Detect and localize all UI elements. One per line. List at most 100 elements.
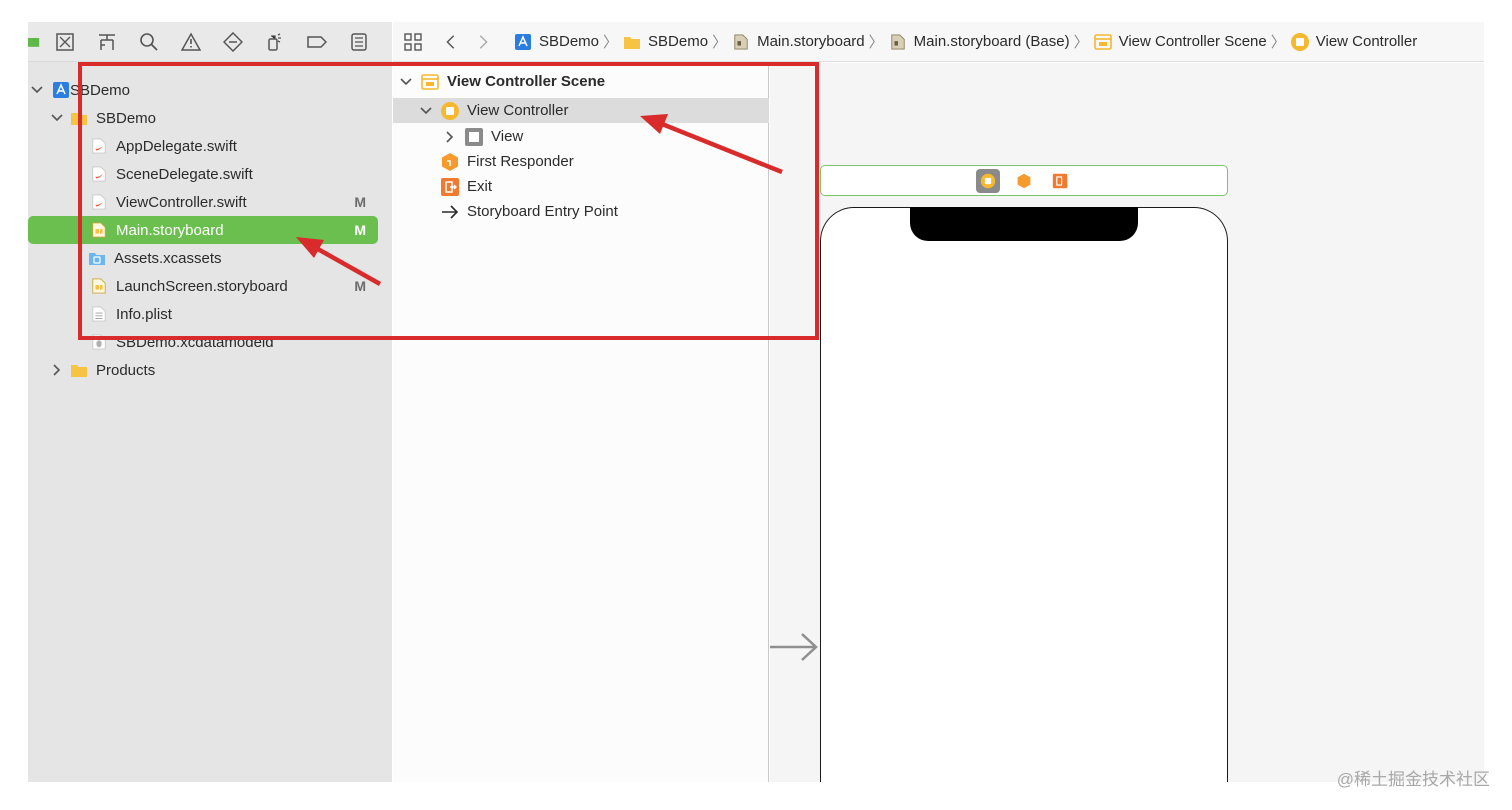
tree-item-label: Assets.xcassets: [114, 249, 222, 267]
forward-button[interactable]: [467, 22, 499, 62]
tree-item-group-products[interactable]: Products: [28, 357, 378, 383]
folder-icon: [28, 37, 40, 47]
tree-item-file[interactable]: Info.plist: [28, 301, 378, 327]
breadcrumb-separator: 〉: [603, 34, 619, 51]
test-navigator-tab[interactable]: [212, 22, 254, 62]
breadcrumb-label: SBDemo: [648, 33, 709, 50]
scene-icon: [419, 71, 441, 93]
dock-view-controller-button[interactable]: [976, 168, 1000, 193]
plist-file-icon: [90, 305, 108, 323]
tree-item-label: Info.plist: [116, 305, 172, 323]
outline-item-label: View: [491, 128, 524, 145]
jump-bar: SBDemo 〉 SBDemo 〉 Main.storyboard 〉 Main…: [393, 22, 1484, 62]
tree-item-file[interactable]: SceneDelegate.swift: [28, 161, 378, 187]
breadcrumb-item[interactable]: SBDemo 〉: [513, 31, 622, 52]
disclosure-collapsed-icon[interactable]: [443, 130, 457, 144]
debug-navigator-tab[interactable]: [254, 22, 296, 62]
outline-item-label: Exit: [467, 178, 493, 195]
folder-icon: [70, 109, 88, 127]
breadcrumb-separator: 〉: [1270, 34, 1286, 51]
storyboard-file-icon: [888, 32, 908, 52]
tree-item-file[interactable]: ViewController.swift M: [28, 189, 378, 215]
tree-item-file[interactable]: AppDelegate.swift: [28, 133, 378, 159]
storyboard-file-icon: [731, 32, 751, 52]
arrow-right-icon: [439, 201, 461, 223]
scene-dock[interactable]: [820, 165, 1228, 196]
back-button[interactable]: [435, 22, 467, 62]
storyboard-canvas[interactable]: [770, 63, 1484, 782]
document-outline: View Controller Scene View Controller Vi…: [393, 63, 769, 782]
breadcrumb-item[interactable]: Main.storyboard (Base) 〉: [888, 31, 1093, 52]
swift-file-icon: [90, 137, 108, 155]
disclosure-expanded-icon[interactable]: [399, 75, 413, 89]
disclosure-expanded-icon[interactable]: [50, 111, 64, 125]
related-items-button[interactable]: [397, 22, 429, 62]
tree-item-file-selected[interactable]: Main.storyboard M: [28, 216, 378, 244]
outline-item-scene[interactable]: View Controller Scene: [393, 69, 769, 94]
disclosure-expanded-icon[interactable]: [30, 83, 44, 97]
breadcrumb-label: SBDemo: [539, 33, 600, 50]
modified-badge: M: [354, 194, 366, 210]
outline-item-entry-point[interactable]: Storyboard Entry Point: [393, 199, 769, 224]
device-frame[interactable]: [820, 207, 1228, 782]
project-navigator-tab[interactable]: [28, 22, 44, 62]
chevron-left-icon: [446, 34, 455, 49]
breakpoint-navigator-tab[interactable]: [296, 22, 338, 62]
tree-item-file[interactable]: Assets.xcassets: [28, 245, 378, 271]
outline-item-label: View Controller Scene: [447, 73, 606, 90]
tree-item-file[interactable]: LaunchScreen.storyboard M: [28, 273, 378, 299]
project-navigator: SBDemo SBDemo AppDelegate.swift SceneDel…: [28, 62, 392, 782]
exit-icon: [439, 176, 461, 198]
dock-exit-button[interactable]: [1048, 169, 1072, 193]
outline-item-view-controller[interactable]: View Controller: [393, 98, 769, 123]
assets-folder-icon: [88, 249, 106, 267]
storyboard-file-icon: [90, 221, 108, 239]
dock-first-responder-button[interactable]: [1012, 169, 1036, 193]
folder-icon: [70, 361, 88, 379]
outline-item-view[interactable]: View: [393, 124, 769, 149]
first-responder-icon: [439, 151, 461, 173]
breadcrumb-separator: 〉: [868, 34, 884, 51]
report-navigator-tab[interactable]: [338, 22, 380, 62]
tree-item-project[interactable]: SBDemo: [28, 77, 378, 103]
breadcrumb-item[interactable]: SBDemo 〉: [622, 31, 731, 52]
tree-item-label: SceneDelegate.swift: [116, 165, 253, 183]
outline-item-first-responder[interactable]: First Responder: [393, 149, 769, 174]
breadcrumb-item[interactable]: Main.storyboard 〉: [731, 31, 888, 52]
tree-item-label: AppDelegate.swift: [116, 137, 237, 155]
view-icon: [463, 126, 485, 148]
entry-point-arrow-icon[interactable]: [770, 629, 822, 665]
source-control-navigator-tab[interactable]: [44, 22, 86, 62]
tree-item-label: Products: [96, 361, 156, 379]
outline-item-exit[interactable]: Exit: [393, 174, 769, 199]
breadcrumb-label: View Controller Scene: [1118, 33, 1267, 50]
navigator-toolbar: [28, 22, 392, 62]
breadcrumb-item[interactable]: View Controller: [1290, 32, 1417, 52]
tree-item-label: SBDemo.xcdatamodeld: [116, 333, 274, 351]
tree-item-file[interactable]: SBDemo.xcdatamodeld: [28, 329, 378, 355]
scene-icon: [1093, 32, 1113, 52]
outline-item-label: First Responder: [467, 153, 574, 170]
breadcrumb-label: Main.storyboard: [757, 33, 865, 50]
modified-badge: M: [354, 222, 366, 238]
chevron-right-icon: [479, 34, 488, 49]
breadcrumb-item[interactable]: View Controller Scene 〉: [1093, 31, 1290, 52]
breadcrumb-label: View Controller: [1315, 33, 1418, 50]
issue-navigator-tab[interactable]: [170, 22, 212, 62]
tree-item-label: ViewController.swift: [116, 193, 247, 211]
tree-item-label: Main.storyboard: [116, 221, 224, 239]
watermark: @稀土掘金技术社区: [1336, 770, 1490, 789]
disclosure-expanded-icon[interactable]: [419, 104, 433, 118]
spray-can-icon: [268, 32, 281, 51]
project-icon: [52, 81, 70, 99]
outline-item-label: View Controller: [467, 102, 569, 119]
search-icon: [140, 32, 158, 51]
tree-item-group-sbdemo[interactable]: SBDemo: [28, 105, 378, 131]
swift-file-icon: [90, 165, 108, 183]
symbol-navigator-tab[interactable]: [86, 22, 128, 62]
find-navigator-tab[interactable]: [128, 22, 170, 62]
disclosure-collapsed-icon[interactable]: [50, 363, 64, 377]
device-notch: [910, 207, 1138, 241]
xcode-window: SBDemo SBDemo AppDelegate.swift SceneDel…: [28, 22, 1484, 782]
tree-item-label: LaunchScreen.storyboard: [116, 277, 288, 295]
